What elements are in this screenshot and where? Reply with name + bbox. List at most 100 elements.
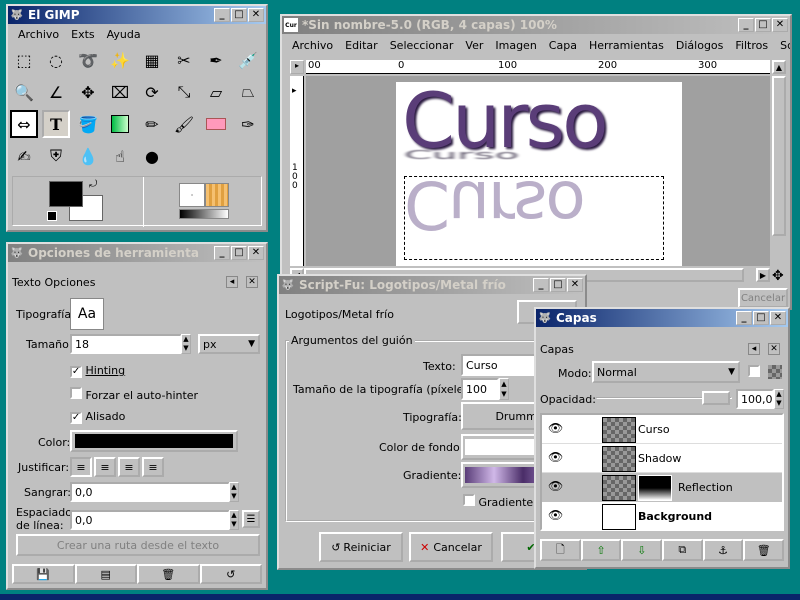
fontsize-input[interactable]: 100 xyxy=(461,378,499,400)
shear-icon[interactable]: ▱ xyxy=(202,78,230,106)
indent-input[interactable]: 0,0 xyxy=(70,482,230,502)
navigate-icon[interactable]: ✥ xyxy=(772,268,784,284)
panel-close-icon[interactable]: ✕ xyxy=(246,276,258,288)
linespacing-spinner[interactable]: ▲ ▼ xyxy=(229,510,239,530)
close-button[interactable]: ✕ xyxy=(248,246,264,260)
minimize-button[interactable]: _ xyxy=(736,311,752,325)
layer-row[interactable]: 👁 Shadow xyxy=(542,444,782,473)
maximize-button[interactable]: □ xyxy=(755,18,771,32)
close-button[interactable]: ✕ xyxy=(772,18,788,32)
visibility-eye-icon[interactable]: 👁 xyxy=(548,508,563,522)
delete-options-icon[interactable]: 🗑 xyxy=(137,564,200,584)
maximize-button[interactable]: □ xyxy=(231,8,247,22)
flip-icon[interactable]: ⇔ xyxy=(10,110,38,138)
menu-script-fu[interactable]: Script-F xyxy=(780,39,790,52)
menu-filtros[interactable]: Filtros xyxy=(735,39,768,52)
opacity-input[interactable]: 100,0 xyxy=(736,389,774,409)
brush-preview[interactable]: · xyxy=(179,183,205,207)
scroll-thumb[interactable] xyxy=(772,76,786,236)
panel-menu-icon[interactable]: ◂ xyxy=(748,343,760,355)
ink-icon[interactable]: ✍ xyxy=(10,142,38,170)
visibility-eye-icon[interactable]: 👁 xyxy=(548,450,563,464)
linespacing-editor-icon[interactable]: ☰ xyxy=(242,510,260,528)
crop-icon[interactable]: ⌧ xyxy=(106,78,134,106)
justify-fill-icon[interactable]: ≡ xyxy=(142,457,164,477)
layer-name[interactable]: Reflection xyxy=(678,481,733,494)
raise-layer-icon[interactable]: ⇧ xyxy=(580,539,622,561)
restore-options-icon[interactable]: ▤ xyxy=(74,564,137,584)
blur-icon[interactable]: 💧 xyxy=(74,142,102,170)
airbrush-icon[interactable]: ✑ xyxy=(234,110,262,138)
swap-colors-icon[interactable]: ⤾ xyxy=(89,179,97,190)
lasso-icon[interactable]: ➰ xyxy=(74,46,102,74)
image-titlebar[interactable]: Cur *Sin nombre-5.0 (RGB, 4 capas) 100% … xyxy=(282,16,790,34)
layer-name[interactable]: Curso xyxy=(638,423,670,436)
clone-icon[interactable]: ⛨ xyxy=(42,142,70,170)
visibility-eye-icon[interactable]: 👁 xyxy=(548,421,563,435)
menu-exts[interactable]: Exts xyxy=(71,28,95,41)
size-spinner[interactable]: ▲ ▼ xyxy=(181,334,191,354)
color-picker-icon[interactable]: 💉 xyxy=(234,46,262,74)
create-path-button[interactable]: Crear una ruta desde el texto xyxy=(16,534,260,556)
color-select-icon[interactable]: ▦ xyxy=(138,46,166,74)
justify-center-icon[interactable]: ≡ xyxy=(118,457,140,477)
scroll-right-icon[interactable]: ▶ xyxy=(756,268,770,282)
pattern-preview[interactable] xyxy=(205,183,229,207)
mode-select[interactable]: Normal ▼ xyxy=(592,361,740,383)
dodge-burn-icon[interactable]: ● xyxy=(138,142,166,170)
layer-name[interactable]: Shadow xyxy=(638,452,681,465)
visibility-eye-icon[interactable]: 👁 xyxy=(548,479,563,493)
maximize-button[interactable]: □ xyxy=(550,278,566,292)
linespacing-input[interactable]: 0,0 xyxy=(70,510,230,530)
new-layer-icon[interactable]: 🗋 xyxy=(540,539,581,561)
paintbrush-icon[interactable]: 🖌 xyxy=(170,110,198,138)
foreground-color[interactable] xyxy=(49,181,83,207)
menu-capa[interactable]: Capa xyxy=(549,39,577,52)
minimize-button[interactable]: _ xyxy=(533,278,549,292)
ellipse-select-icon[interactable]: ◌ xyxy=(42,46,70,74)
fuzzy-select-icon[interactable]: ✨ xyxy=(106,46,134,74)
tool-options-titlebar[interactable]: 🐺 Opciones de herramienta _ □ ✕ xyxy=(8,244,266,262)
quickmask-icon[interactable]: ▸ xyxy=(290,60,304,74)
opacity-slider-thumb[interactable] xyxy=(702,391,730,405)
font-selector-button[interactable]: Aa xyxy=(70,298,104,330)
scissors-icon[interactable]: ✂ xyxy=(170,46,198,74)
duplicate-layer-icon[interactable]: ⧉ xyxy=(662,539,703,561)
measure-icon[interactable]: ∠ xyxy=(42,78,70,106)
minimize-button[interactable]: _ xyxy=(214,8,230,22)
antialias-checkbox[interactable]: ✓ Alisado xyxy=(70,410,125,424)
anchor-layer-icon[interactable]: ⚓ xyxy=(702,539,744,561)
save-options-icon[interactable]: 💾 xyxy=(12,564,75,584)
cancel-button[interactable]: ✕ Cancelar xyxy=(409,532,493,562)
minimize-button[interactable]: _ xyxy=(738,18,754,32)
perspective-icon[interactable]: ⏢ xyxy=(234,78,262,106)
layer-row[interactable]: 👁 Curso xyxy=(542,415,782,444)
close-button[interactable]: ✕ xyxy=(248,8,264,22)
vertical-scrollbar[interactable]: ▲ xyxy=(772,60,786,266)
pencil-icon[interactable]: ✏ xyxy=(138,110,166,138)
panel-close-icon[interactable]: ✕ xyxy=(768,343,780,355)
panel-menu-icon[interactable]: ◂ xyxy=(226,276,238,288)
toolbox-titlebar[interactable]: 🐺 El GIMP _ □ ✕ xyxy=(8,6,266,24)
text-tool-icon[interactable]: T xyxy=(42,110,70,138)
menu-archivo[interactable]: Archivo xyxy=(18,28,59,41)
keep-trans-checkbox[interactable] xyxy=(748,365,760,380)
close-button[interactable]: ✕ xyxy=(567,278,583,292)
layers-titlebar[interactable]: 🐺 Capas _ □ ✕ xyxy=(536,309,788,327)
reset-options-icon[interactable]: ↺ xyxy=(199,564,262,584)
menu-seleccionar[interactable]: Seleccionar xyxy=(390,39,454,52)
menu-herramientas[interactable]: Herramientas xyxy=(589,39,664,52)
fontsize-spinner[interactable]: ▲ ▼ xyxy=(499,378,509,400)
hinting-checkbox[interactable]: ✓ Hinting xyxy=(70,364,125,378)
minimize-button[interactable]: _ xyxy=(214,246,230,260)
menu-archivo[interactable]: Archivo xyxy=(292,39,333,52)
justify-right-icon[interactable]: ≡ xyxy=(94,457,116,477)
default-colors-icon[interactable] xyxy=(47,211,57,221)
scroll-up-icon[interactable]: ▲ xyxy=(772,60,786,74)
rect-select-icon[interactable]: ⬚ xyxy=(10,46,38,74)
justify-left-icon[interactable]: ≡ xyxy=(70,457,92,477)
smudge-icon[interactable]: ☝ xyxy=(106,142,134,170)
menu-ver[interactable]: Ver xyxy=(465,39,483,52)
zoom-icon[interactable]: 🔍 xyxy=(10,78,38,106)
script-fu-titlebar[interactable]: 🐺 Script-Fu: Logotipos/Metal frío _ □ ✕ xyxy=(279,276,585,294)
